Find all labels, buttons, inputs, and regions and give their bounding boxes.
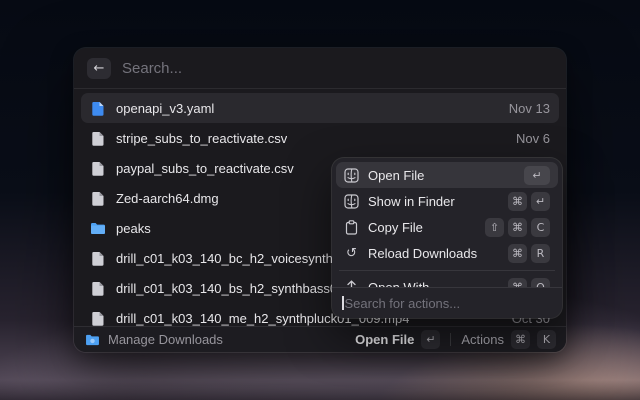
keycap: ⌘ [508,278,527,288]
menu-item[interactable]: ↺ Reload Downloads ⌘R [336,240,558,266]
menu-item[interactable]: Copy File ⇧⌘C [336,214,558,240]
document-icon [90,130,106,146]
search-input[interactable]: Search... [122,60,182,77]
menu-item-shortcut: ⇧⌘C [485,218,550,237]
document-icon-glyph [91,191,105,206]
document-icon [90,160,106,176]
keycap: ⌘ [508,244,527,263]
k-keycap: K [537,330,556,349]
document-icon [90,100,106,116]
finder-icon [344,168,359,183]
keycap: R [531,244,550,263]
back-arrow-icon: ← [94,62,105,75]
actions-menu: Open File ↵ Show in Finder ⌘↵ Copy File … [332,158,562,318]
document-icon-glyph [91,311,105,326]
menu-item[interactable]: Open With... ⌘O [336,274,558,287]
keycap: O [531,278,550,288]
document-icon-glyph [91,101,105,116]
menu-item[interactable]: Show in Finder ⌘↵ [336,188,558,214]
file-date: Nov 6 [516,131,550,146]
clipboard-icon [344,220,359,235]
folder-icon-glyph [90,222,106,235]
document-icon-glyph [91,161,105,176]
file-row[interactable]: openapi_v3.yaml Nov 13 [81,93,559,123]
menu-item-label: Show in Finder [368,194,455,209]
file-date: Nov 13 [509,101,550,116]
command-title: Manage Downloads [108,332,223,347]
document-icon [90,190,106,206]
keycap: ⌘ [508,192,527,211]
actions-menu-items: Open File ↵ Show in Finder ⌘↵ Copy File … [332,158,562,287]
file-name: peaks [116,221,151,236]
document-icon [90,280,106,296]
finder-icon-glyph [344,168,359,183]
menu-item-shortcut: ↵ [524,166,550,185]
folder-icon [90,220,106,236]
menu-item-label: Open File [368,168,424,183]
file-row[interactable]: stripe_subs_to_reactivate.csv Nov 6 [81,123,559,153]
menu-item-shortcut: ⌘O [508,278,550,288]
document-icon-glyph [91,251,105,266]
manage-downloads-icon [84,332,100,348]
file-name: stripe_subs_to_reactivate.csv [116,131,287,146]
clipboard-icon-glyph [345,220,358,235]
file-name: openapi_v3.yaml [116,101,214,116]
keycap: ⇧ [485,218,504,237]
document-icon [90,250,106,266]
keycap: ⌘ [508,218,527,237]
finder-icon-glyph [344,194,359,209]
menu-item-label: Copy File [368,220,423,235]
menu-item[interactable]: Open File ↵ [336,162,558,188]
file-name: Zed-aarch64.dmg [116,191,219,206]
finder-icon [344,194,359,209]
keycap: C [531,218,550,237]
status-bar: Manage Downloads Open File ↵ Actions ⌘ K [74,326,566,352]
menu-item-shortcut: ⌘↵ [508,192,550,211]
document-icon-glyph [91,281,105,296]
primary-action-label[interactable]: Open File [355,332,414,347]
cmd-keycap: ⌘ [511,330,530,349]
search-bar: ← Search... [74,48,566,89]
menu-item-label: Open With... [368,280,440,288]
file-name: paypal_subs_to_reactivate.csv [116,161,294,176]
text-caret [342,296,344,310]
actions-button[interactable]: Actions [461,332,504,347]
actions-search-placeholder: Search for actions... [345,296,461,311]
keycap: ↵ [524,166,550,185]
return-keycap: ↵ [421,330,440,349]
back-button[interactable]: ← [87,58,111,79]
menu-item-label: Reload Downloads [368,246,477,261]
menu-item-shortcut: ⌘R [508,244,550,263]
divider [450,333,451,346]
arrow-up-icon-glyph [345,280,358,288]
actions-search-input[interactable]: Search for actions... [332,287,562,318]
keycap: ↵ [531,192,550,211]
menu-separator [339,270,555,271]
reload-icon: ↺ [344,246,359,261]
document-icon-glyph [91,131,105,146]
open-with-icon [344,280,359,288]
document-icon [90,310,106,326]
